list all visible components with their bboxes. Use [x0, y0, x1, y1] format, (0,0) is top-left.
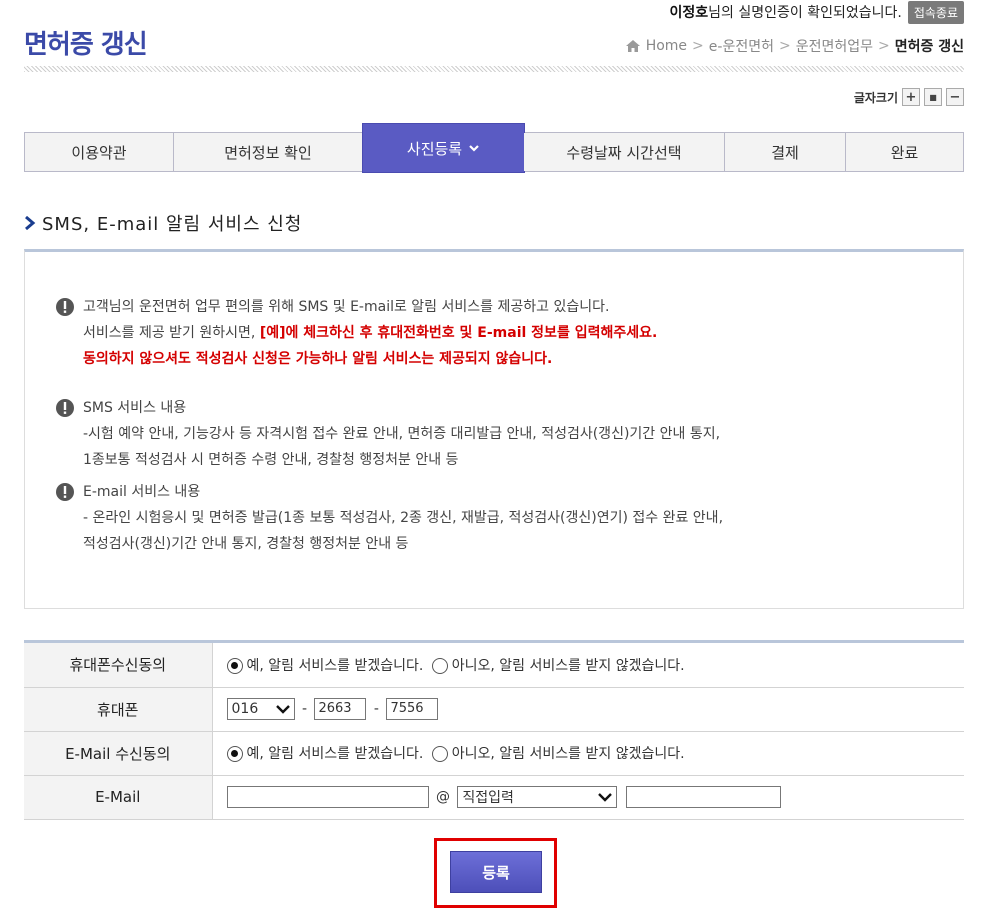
font-reset-icon[interactable]: ■ — [924, 88, 942, 106]
email-consent-no-label[interactable]: 아니오, 알림 서비스를 받지 않겠습니다. — [452, 746, 685, 762]
email-domain-input[interactable] — [625, 786, 781, 808]
breadcrumb-current: 면허증 갱신 — [894, 39, 964, 55]
step-label: 수령날짜 시간선택 — [566, 143, 682, 162]
sms-line2: 1종보통 적성검사 시 면허증 수령 안내, 경찰청 행정처분 안내 등 — [83, 452, 459, 468]
notice-intro-red: [예]에 체크하신 후 휴대전화번호 및 E-mail 정보를 입력해주세요. — [259, 325, 658, 341]
chevron-down-icon — [275, 705, 290, 714]
step-complete[interactable]: 완료 — [846, 133, 963, 171]
email-title: E-mail 서비스 내용 — [83, 484, 201, 500]
email-row: E-Mail @ 직접입력 — [24, 775, 964, 820]
email-domain-select[interactable]: 직접입력 — [457, 786, 618, 808]
phone-prefix-value: 016 — [231, 701, 259, 717]
email-line1: - 온라인 시험응시 및 면허증 발급(1종 보통 적성검사, 2종 갱신, 재… — [83, 510, 724, 526]
step-terms[interactable]: 이용약관 — [25, 133, 174, 171]
notice-intro: 고객님의 운전면허 업무 편의를 위해 SMS 및 E-mail로 알림 서비스… — [55, 294, 657, 372]
phone-prefix-select[interactable]: 016 — [226, 698, 295, 720]
phone-consent-label: 휴대폰수신동의 — [24, 643, 213, 688]
step-pickup-time[interactable]: 수령날짜 시간선택 — [524, 133, 725, 171]
email-user-input[interactable] — [226, 786, 429, 808]
phone-consent-row: 휴대폰수신동의 예, 알림 서비스를 받겠습니다. 아니오, 알림 서비스를 받… — [24, 643, 964, 688]
font-decrease-icon[interactable]: − — [946, 88, 964, 106]
register-highlight: 등록 — [434, 838, 557, 908]
home-icon — [625, 40, 640, 52]
email-domain-select-value: 직접입력 — [462, 790, 514, 806]
email-consent-row: E-Mail 수신동의 예, 알림 서비스를 받겠습니다. 아니오, 알림 서비… — [24, 731, 964, 776]
phone-last-input[interactable]: 7556 — [386, 698, 439, 720]
step-label: 사진등록 — [406, 139, 463, 158]
consent-form: 휴대폰수신동의 예, 알림 서비스를 받겠습니다. 아니오, 알림 서비스를 받… — [24, 640, 964, 820]
breadcrumb-separator-icon: > — [877, 38, 890, 54]
step-label: 면허정보 확인 — [224, 143, 312, 162]
font-size-label: 글자크기 — [853, 90, 898, 105]
section-title: SMS, E-mail 알림 서비스 신청 — [24, 210, 302, 236]
step-tabs: 이용약관 면허정보 확인 사진등록 수령날짜 시간선택 결제 완료 — [24, 124, 964, 172]
step-label: 이용약관 — [71, 143, 127, 162]
page-title: 면허증 갱신 — [24, 30, 148, 60]
at-sign: @ — [435, 789, 450, 805]
sms-title: SMS 서비스 내용 — [83, 400, 187, 416]
phone-row: 휴대폰 016 - 2663 - 7556 — [24, 687, 964, 732]
chevron-down-icon — [469, 145, 479, 152]
warning-icon — [56, 483, 74, 501]
user-status-bar: 이정호님의 실명인증이 확인되었습니다. 접속종료 — [670, 0, 964, 24]
arrow-right-icon — [25, 216, 36, 230]
phone-mid-input[interactable]: 2663 — [314, 698, 367, 720]
phone-dash: - — [301, 701, 308, 717]
user-message: 님의 실명인증이 확인되었습니다. — [708, 5, 902, 21]
font-increase-icon[interactable]: + — [902, 88, 920, 106]
header-divider — [24, 66, 964, 72]
breadcrumb-e-license[interactable]: e-운전면허 — [709, 36, 774, 56]
section-title-text: SMS, E-mail 알림 서비스 신청 — [42, 214, 303, 235]
logout-button[interactable]: 접속종료 — [907, 0, 964, 24]
step-label: 결제 — [771, 143, 799, 162]
notice-intro-line1: 고객님의 운전면허 업무 편의를 위해 SMS 및 E-mail로 알림 서비스… — [83, 299, 610, 315]
step-label: 완료 — [890, 143, 919, 162]
email-label: E-Mail — [24, 775, 213, 820]
phone-consent-no-radio[interactable] — [431, 657, 448, 674]
email-consent-yes-radio[interactable] — [226, 746, 243, 762]
breadcrumb-separator-icon: > — [692, 38, 704, 54]
notice-intro-line3: 동의하지 않으셔도 적성검사 신청은 가능하나 알림 서비스는 제공되지 않습니… — [83, 351, 553, 367]
email-consent-label: E-Mail 수신동의 — [24, 731, 213, 776]
breadcrumb-license-work[interactable]: 운전면허업무 — [796, 36, 873, 56]
notice-sms: SMS 서비스 내용 -시험 예약 안내, 기능강사 등 자격시험 접수 완료 … — [55, 395, 720, 473]
register-button[interactable]: 등록 — [450, 851, 542, 893]
step-photo-register[interactable]: 사진등록 — [363, 124, 524, 172]
chevron-down-icon — [598, 793, 613, 802]
sms-line1: -시험 예약 안내, 기능강사 등 자격시험 접수 완료 안내, 면허증 대리발… — [83, 426, 721, 442]
warning-icon — [56, 298, 74, 316]
step-payment[interactable]: 결제 — [725, 133, 846, 171]
notice-intro-line2: 서비스를 제공 받기 원하시면, — [83, 325, 260, 341]
email-line2: 적성검사(갱신)기간 안내 통지, 경찰청 행정처분 안내 등 — [83, 536, 409, 552]
phone-consent-yes-label[interactable]: 예, 알림 서비스를 받겠습니다. — [247, 658, 424, 674]
user-name: 이정호 — [669, 5, 709, 21]
email-consent-yes-label[interactable]: 예, 알림 서비스를 받겠습니다. — [247, 746, 424, 762]
font-size-control: 글자크기 + ■ − — [854, 88, 964, 106]
warning-icon — [56, 399, 74, 417]
breadcrumb: Home > e-운전면허 > 운전면허업무 > 면허증 갱신 — [625, 36, 964, 56]
notice-box: 고객님의 운전면허 업무 편의를 위해 SMS 및 E-mail로 알림 서비스… — [24, 249, 964, 609]
phone-dash: - — [373, 701, 379, 717]
user-status-text: 이정호님의 실명인증이 확인되었습니다. — [670, 2, 902, 22]
step-license-info[interactable]: 면허정보 확인 — [174, 133, 363, 171]
phone-consent-yes-radio[interactable] — [226, 657, 243, 674]
phone-consent-no-label[interactable]: 아니오, 알림 서비스를 받지 않겠습니다. — [452, 658, 685, 674]
phone-label: 휴대폰 — [24, 687, 213, 732]
breadcrumb-separator-icon: > — [778, 38, 791, 54]
notice-email: E-mail 서비스 내용 - 온라인 시험응시 및 면허증 발급(1종 보통 … — [55, 479, 723, 557]
breadcrumb-home[interactable]: Home — [646, 38, 687, 54]
email-consent-no-radio[interactable] — [431, 746, 448, 762]
